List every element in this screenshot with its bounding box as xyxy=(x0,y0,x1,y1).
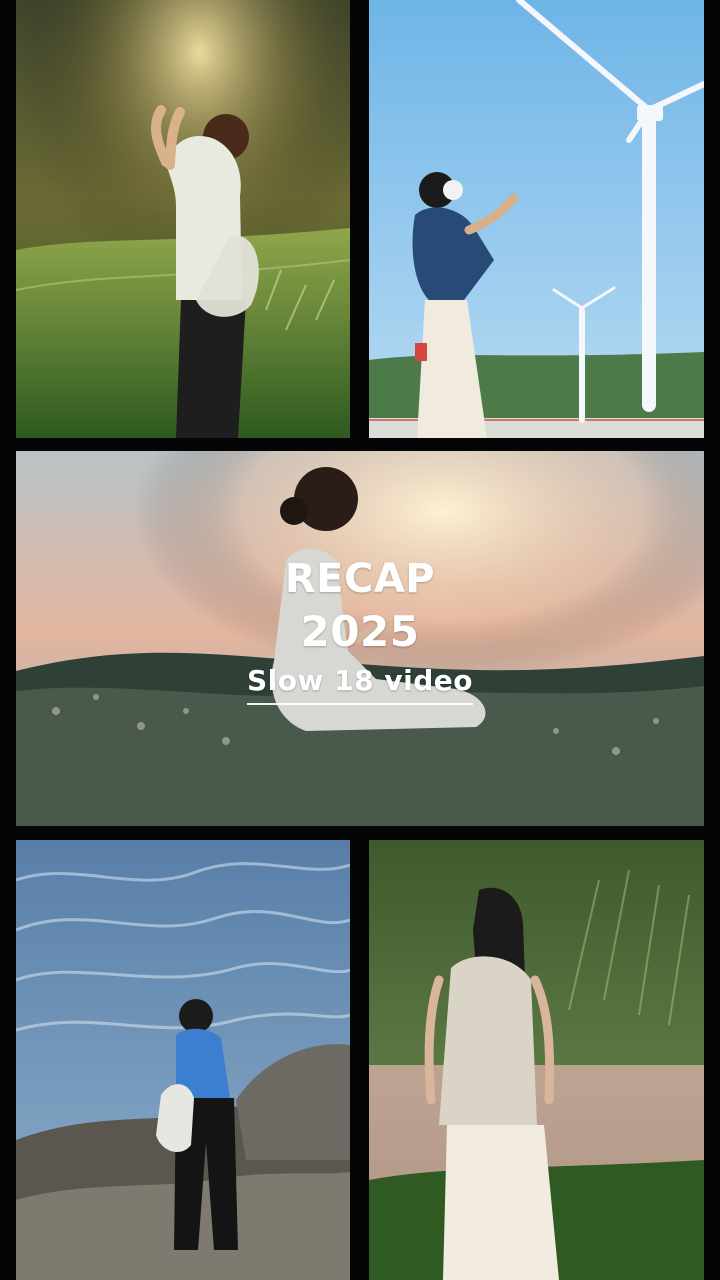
photo-panel-top-left-image xyxy=(16,0,350,438)
photo-panel-top-right-image xyxy=(369,0,704,438)
photo-panel-bottom-right xyxy=(369,840,704,1280)
recap-collage: RECAP 2025 Slow 18 video xyxy=(0,0,720,1280)
photo-panel-middle: RECAP 2025 Slow 18 video xyxy=(16,451,704,826)
photo-panel-middle-image xyxy=(16,451,704,826)
photo-panel-bottom-left-image xyxy=(16,840,350,1280)
photo-panel-bottom-right-image xyxy=(369,840,704,1280)
photo-panel-top-left xyxy=(16,0,350,438)
photo-panel-bottom-left xyxy=(16,840,350,1280)
photo-panel-top-right xyxy=(369,0,704,438)
